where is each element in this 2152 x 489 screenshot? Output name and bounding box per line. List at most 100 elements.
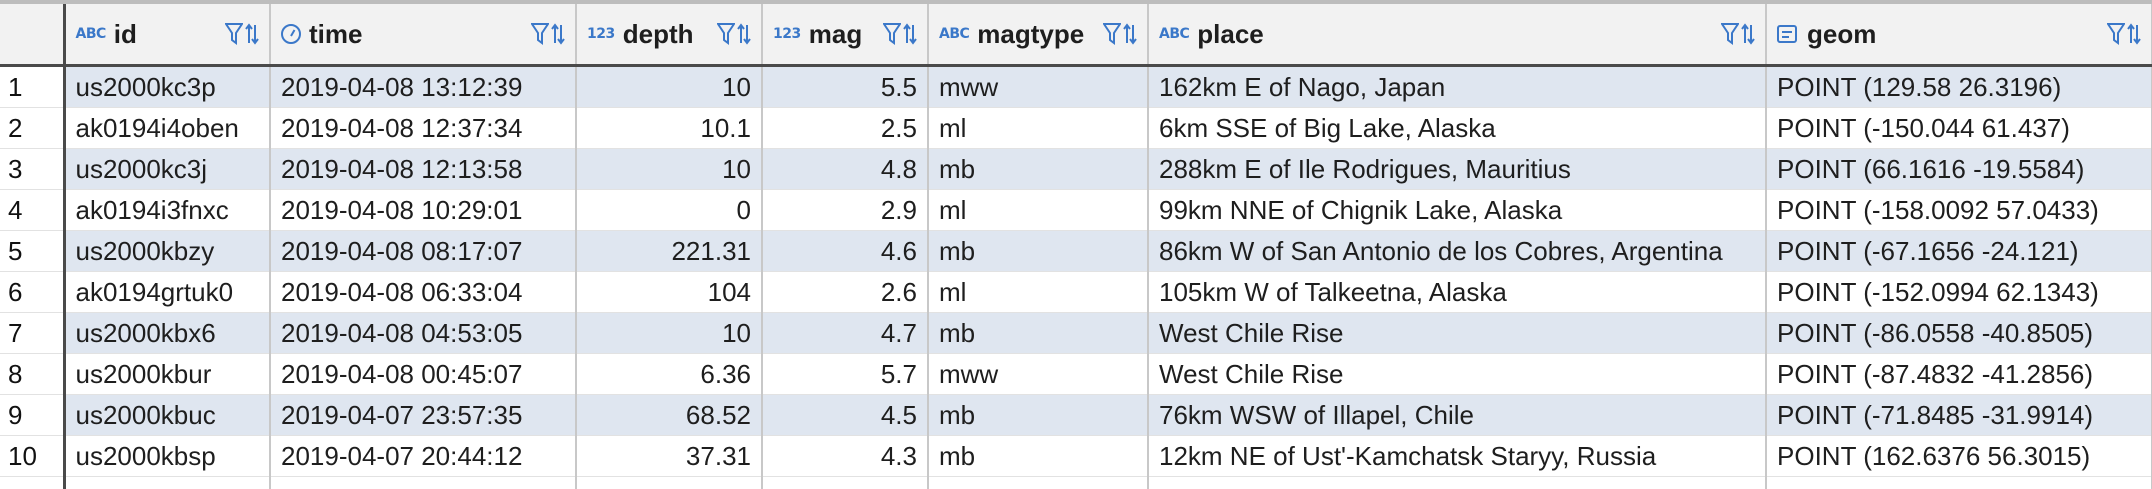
cell-id[interactable]: us2000kbuc [64,395,270,436]
table-row[interactable]: 2 ak0194i4oben 2019-04-08 12:37:34 10.1 … [0,108,2152,149]
cell-place[interactable]: West Chile Rise [1148,313,1766,354]
row-number[interactable]: 10 [0,436,64,477]
filter-icon[interactable] [883,21,901,47]
table-row[interactable]: 10 us2000kbsp 2019-04-07 20:44:12 37.31 … [0,436,2152,477]
cell-mag[interactable]: 4.6 [762,231,928,272]
cell-place[interactable]: 105km W of Talkeetna, Alaska [1148,272,1766,313]
cell-time[interactable]: 2019-04-08 13:12:39 [270,66,576,108]
filter-icon[interactable] [531,21,549,47]
column-header-magtype[interactable]: ABC magtype [928,2,1148,66]
filter-icon[interactable] [1721,21,1739,47]
cell-place[interactable]: 288km E of Ile Rodrigues, Mauritius [1148,149,1766,190]
cell-mag[interactable]: 2.6 [762,272,928,313]
cell-mag[interactable]: 5.5 [762,66,928,108]
cell-place[interactable]: 162km E of Nago, Japan [1148,66,1766,108]
cell-id[interactable]: us2000kc3p [64,66,270,108]
column-header-id[interactable]: ABC id [64,2,270,66]
table-row[interactable]: 4 ak0194i3fnxc 2019-04-08 10:29:01 0 2.9… [0,190,2152,231]
cell-geom[interactable]: POINT (-87.4832 -41.2856) [1766,354,2152,395]
row-number[interactable]: 1 [0,66,64,108]
sort-icon[interactable] [245,21,259,47]
cell-magtype[interactable]: ml [928,272,1148,313]
filter-icon[interactable] [2107,21,2125,47]
cell-depth[interactable]: 221.31 [576,231,762,272]
cell-mag[interactable]: 2.5 [762,108,928,149]
cell-geom[interactable]: POINT (-67.1656 -24.121) [1766,231,2152,272]
cell-depth[interactable]: 10.1 [576,108,762,149]
cell-magtype[interactable]: ml [928,190,1148,231]
cell-geom[interactable]: POINT (-158.0092 57.0433) [1766,190,2152,231]
cell-magtype[interactable]: mb [928,436,1148,477]
sort-icon[interactable] [551,21,565,47]
cell-magtype[interactable]: mww [928,354,1148,395]
sort-icon[interactable] [903,21,917,47]
cell-place[interactable]: 76km WSW of Illapel, Chile [1148,395,1766,436]
cell-geom[interactable]: POINT (-152.0994 62.1343) [1766,272,2152,313]
cell-mag[interactable]: 4.8 [762,149,928,190]
row-number[interactable]: 5 [0,231,64,272]
filter-icon[interactable] [717,21,735,47]
cell-time[interactable]: 2019-04-08 06:33:04 [270,272,576,313]
table-row[interactable]: 7 us2000kbx6 2019-04-08 04:53:05 10 4.7 … [0,313,2152,354]
column-header-geom[interactable]: geom [1766,2,2152,66]
cell-geom[interactable]: POINT (66.1616 -19.5584) [1766,149,2152,190]
sort-icon[interactable] [2127,21,2141,47]
cell-id[interactable]: us2000kc3j [64,149,270,190]
cell-geom[interactable]: POINT (129.58 26.3196) [1766,66,2152,108]
cell-id[interactable]: us2000kbur [64,354,270,395]
cell-depth[interactable]: 10 [576,66,762,108]
column-header-time[interactable]: time [270,2,576,66]
cell-mag[interactable]: 4.5 [762,395,928,436]
cell-time[interactable]: 2019-04-08 12:13:58 [270,149,576,190]
cell-time[interactable]: 2019-04-08 08:17:07 [270,231,576,272]
cell-place[interactable]: 6km SSE of Big Lake, Alaska [1148,108,1766,149]
cell-magtype[interactable]: ml [928,108,1148,149]
cell-mag[interactable]: 4.3 [762,436,928,477]
cell-magtype[interactable]: mb [928,231,1148,272]
sort-icon[interactable] [737,21,751,47]
cell-place[interactable]: 99km NNE of Chignik Lake, Alaska [1148,190,1766,231]
filter-icon[interactable] [225,21,243,47]
cell-place[interactable]: 12km NE of Ust'-Kamchatsk Staryy, Russia [1148,436,1766,477]
column-header-depth[interactable]: 123 depth [576,2,762,66]
cell-id[interactable]: ak0194i4oben [64,108,270,149]
cell-geom[interactable]: POINT (-150.044 61.437) [1766,108,2152,149]
cell-depth[interactable]: 37.31 [576,436,762,477]
cell-time[interactable]: 2019-04-08 12:37:34 [270,108,576,149]
table-row[interactable]: 3 us2000kc3j 2019-04-08 12:13:58 10 4.8 … [0,149,2152,190]
row-number[interactable]: 6 [0,272,64,313]
column-header-place[interactable]: ABC place [1148,2,1766,66]
row-number[interactable]: 2 [0,108,64,149]
cell-place[interactable]: West Chile Rise [1148,354,1766,395]
cell-mag[interactable]: 5.7 [762,354,928,395]
sort-icon[interactable] [1741,21,1755,47]
cell-time[interactable]: 2019-04-07 23:57:35 [270,395,576,436]
cell-place[interactable]: 86km W of San Antonio de los Cobres, Arg… [1148,231,1766,272]
cell-depth[interactable]: 0 [576,190,762,231]
cell-id[interactable]: us2000kbzy [64,231,270,272]
table-row[interactable]: 9 us2000kbuc 2019-04-07 23:57:35 68.52 4… [0,395,2152,436]
row-number[interactable]: 9 [0,395,64,436]
cell-depth[interactable]: 10 [576,313,762,354]
row-number[interactable]: 7 [0,313,64,354]
cell-time[interactable]: 2019-04-07 20:44:12 [270,436,576,477]
cell-depth[interactable]: 6.36 [576,354,762,395]
cell-depth[interactable]: 68.52 [576,395,762,436]
row-number[interactable]: 3 [0,149,64,190]
cell-mag[interactable]: 4.7 [762,313,928,354]
cell-magtype[interactable]: mb [928,313,1148,354]
cell-id[interactable]: ak0194i3fnxc [64,190,270,231]
cell-depth[interactable]: 10 [576,149,762,190]
sort-icon[interactable] [1123,21,1137,47]
table-row[interactable]: 1 us2000kc3p 2019-04-08 13:12:39 10 5.5 … [0,66,2152,108]
row-number[interactable]: 8 [0,354,64,395]
cell-time[interactable]: 2019-04-08 04:53:05 [270,313,576,354]
cell-magtype[interactable]: mb [928,149,1148,190]
cell-geom[interactable]: POINT (162.6376 56.3015) [1766,436,2152,477]
cell-magtype[interactable]: mb [928,395,1148,436]
cell-magtype[interactable]: mww [928,66,1148,108]
table-row[interactable]: 8 us2000kbur 2019-04-08 00:45:07 6.36 5.… [0,354,2152,395]
table-row[interactable]: 5 us2000kbzy 2019-04-08 08:17:07 221.31 … [0,231,2152,272]
column-header-mag[interactable]: 123 mag [762,2,928,66]
cell-time[interactable]: 2019-04-08 00:45:07 [270,354,576,395]
